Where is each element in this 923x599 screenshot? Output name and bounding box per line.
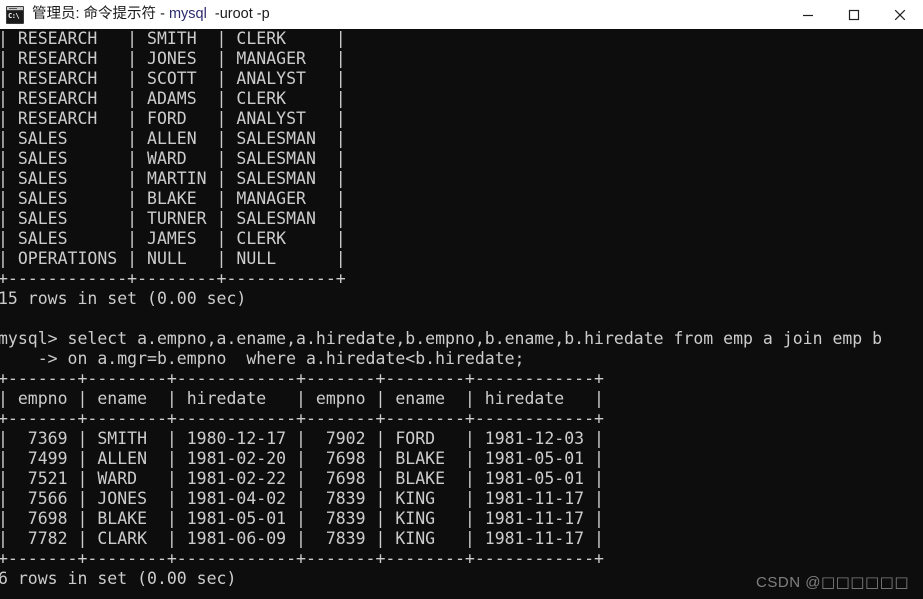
terminal-line: | 7521 | WARD | 1981-02-22 | 7698 | BLAK… xyxy=(0,469,604,488)
terminal-line: | RESEARCH | SMITH | CLERK | xyxy=(0,29,346,48)
icon-prompt-glyph: C:\ xyxy=(7,10,23,23)
terminal-line: | SALES | ALLEN | SALESMAN | xyxy=(0,129,346,148)
terminal-line: 15 rows in set (0.00 sec) xyxy=(0,289,247,308)
cmd-window: C:\ 管理员: 命令提示符 - mysql -uroot -p | RESEA… xyxy=(0,0,923,599)
terminal-line: | RESEARCH | ADAMS | CLERK | xyxy=(0,89,346,108)
terminal-line: | SALES | TURNER | SALESMAN | xyxy=(0,209,346,228)
window-title-bar[interactable]: C:\ 管理员: 命令提示符 - mysql -uroot -p xyxy=(0,0,923,29)
terminal-line: | 7369 | SMITH | 1980-12-17 | 7902 | FOR… xyxy=(0,429,604,448)
terminal-line: | SALES | BLAKE | MANAGER | xyxy=(0,189,346,208)
terminal-line: +------------+--------+-----------+ xyxy=(0,269,346,288)
minimize-button[interactable] xyxy=(785,0,831,29)
minimize-icon xyxy=(803,14,813,16)
terminal-line: | 7698 | BLAKE | 1981-05-01 | 7839 | KIN… xyxy=(0,509,604,528)
terminal-line: | SALES | WARD | SALESMAN | xyxy=(0,149,346,168)
maximize-button[interactable] xyxy=(831,0,877,29)
terminal-line: | SALES | MARTIN | SALESMAN | xyxy=(0,169,346,188)
terminal-line: | OPERATIONS | NULL | NULL | xyxy=(0,249,346,268)
terminal-line: | 7499 | ALLEN | 1981-02-20 | 7698 | BLA… xyxy=(0,449,604,468)
watermark-brand: CSDN @ xyxy=(756,574,821,591)
title-args: -uroot -p xyxy=(206,6,270,22)
title-prefix: 管理员: 命令提示符 - xyxy=(32,6,169,22)
close-icon xyxy=(894,9,906,20)
terminal-line: | RESEARCH | JONES | MANAGER | xyxy=(0,49,346,68)
terminal-line: | 7782 | CLARK | 1981-06-09 | 7839 | KIN… xyxy=(0,529,604,548)
maximize-icon xyxy=(848,9,860,20)
terminal-line: +-------+--------+------------+-------+-… xyxy=(0,409,604,428)
cmd-console-icon: C:\ xyxy=(6,5,24,24)
terminal-line: +-------+--------+------------+-------+-… xyxy=(0,369,604,388)
csdn-watermark: CSDN @□□□□□□ xyxy=(756,573,909,591)
terminal-output[interactable]: | RESEARCH | SMITH | CLERK | | RESEARCH |… xyxy=(0,29,923,599)
terminal-line: mysql> select a.empno,a.ename,a.hiredate… xyxy=(0,329,883,348)
terminal-line: | RESEARCH | SCOTT | ANALYST | xyxy=(0,69,346,88)
window-controls xyxy=(785,0,923,29)
close-button[interactable] xyxy=(877,0,923,29)
watermark-username: □□□□□□ xyxy=(820,573,909,591)
terminal-line: +-------+--------+------------+-------+-… xyxy=(0,549,604,568)
terminal-line: | empno | ename | hiredate | empno | ena… xyxy=(0,389,604,408)
terminal-line: -> on a.mgr=b.empno where a.hiredate<b.h… xyxy=(0,349,525,368)
terminal-line: | RESEARCH | FORD | ANALYST | xyxy=(0,109,346,128)
title-command: mysql xyxy=(168,6,207,22)
terminal-line: | 7566 | JONES | 1981-04-02 | 7839 | KIN… xyxy=(0,489,604,508)
terminal-line: | SALES | JAMES | CLERK | xyxy=(0,229,346,248)
window-title-text: 管理员: 命令提示符 - mysql -uroot -p xyxy=(32,0,270,29)
